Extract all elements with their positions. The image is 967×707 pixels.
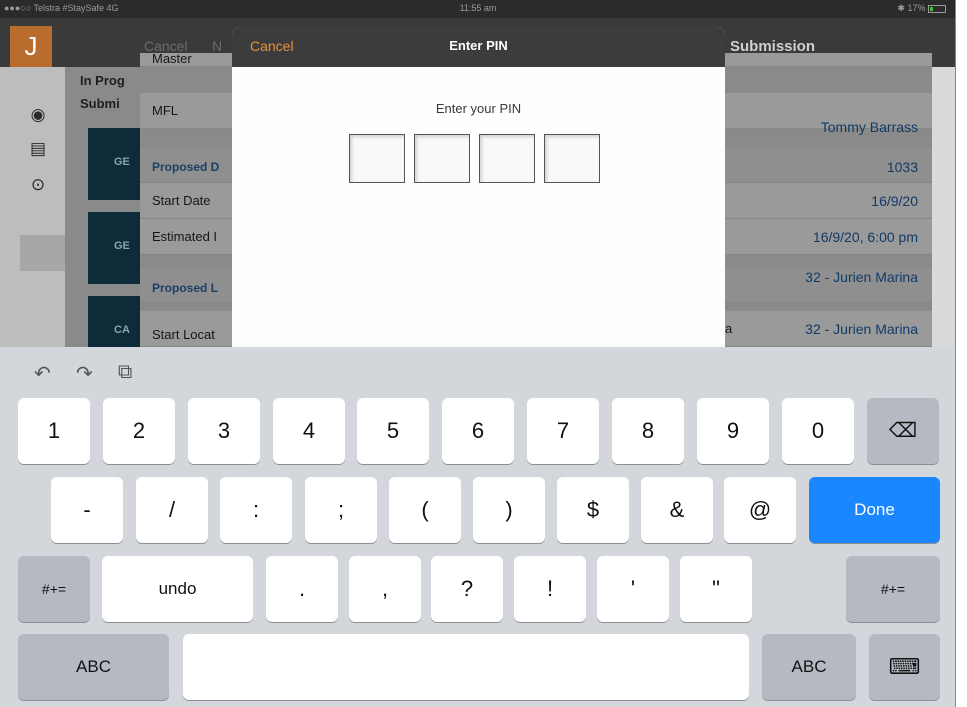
modal-title: Enter PIN bbox=[449, 38, 508, 53]
done-button[interactable]: Done bbox=[809, 477, 940, 543]
enter-pin-modal: Cancel Enter PIN Enter your PIN bbox=[232, 27, 725, 347]
abc-key-left[interactable]: ABC bbox=[18, 634, 169, 700]
key-comma[interactable]: , bbox=[349, 556, 421, 622]
key-1[interactable]: 1 bbox=[18, 398, 90, 464]
key-6[interactable]: 6 bbox=[442, 398, 514, 464]
keyboard: ↶ ↷ ⧉ 1 2 3 4 5 6 7 8 9 0 ⌫ - / : ; ( ) … bbox=[0, 347, 956, 707]
tab-submitted[interactable]: Submi bbox=[80, 96, 120, 111]
radar-icon[interactable]: ◉ bbox=[28, 105, 48, 125]
undo-icon[interactable]: ↶ bbox=[34, 361, 51, 386]
detail-label: Start Date bbox=[152, 193, 211, 208]
key-9[interactable]: 9 bbox=[697, 398, 769, 464]
key-at[interactable]: @ bbox=[724, 477, 796, 543]
pin-digit-field[interactable] bbox=[349, 134, 405, 183]
list-item[interactable]: GE bbox=[88, 212, 140, 284]
tab-in-progress[interactable]: In Prog bbox=[80, 73, 125, 88]
key-dollar[interactable]: $ bbox=[557, 477, 629, 543]
bluetooth-icon: ✱ bbox=[897, 3, 908, 13]
pin-prompt: Enter your PIN bbox=[435, 101, 522, 116]
list-item[interactable]: GE bbox=[88, 128, 140, 200]
detail-label: Master bbox=[152, 51, 192, 66]
dismiss-keyboard-key[interactable]: ⌨ bbox=[869, 634, 940, 700]
paste-icon[interactable]: ⧉ bbox=[118, 361, 132, 384]
screen: ●●●○○ Telstra #StaySafe 4G 11:55 am ✱ 17… bbox=[0, 0, 956, 707]
key-dash[interactable]: - bbox=[51, 477, 123, 543]
clock: 11:55 am bbox=[459, 3, 497, 13]
sidebar-selection bbox=[20, 235, 65, 271]
key-semicolon[interactable]: ; bbox=[305, 477, 377, 543]
backspace-icon: ⌫ bbox=[888, 420, 918, 442]
key-period[interactable]: . bbox=[266, 556, 338, 622]
pin-digit-field[interactable] bbox=[544, 134, 600, 183]
detail-value: 16/9/20 bbox=[871, 193, 918, 209]
detail-section-label: Proposed D bbox=[152, 160, 220, 174]
pin-digit-field[interactable] bbox=[479, 134, 535, 183]
background-title: N bbox=[212, 38, 223, 54]
document-icon[interactable]: ▤ bbox=[28, 139, 48, 159]
symbols-key-right[interactable]: #+= bbox=[846, 556, 940, 622]
app-logo[interactable]: J bbox=[10, 26, 52, 68]
detail-value: 32 - Jurien Marina bbox=[805, 269, 918, 285]
key-8[interactable]: 8 bbox=[612, 398, 684, 464]
pin-digit-field[interactable] bbox=[414, 134, 470, 183]
detail-fragment: a bbox=[725, 321, 733, 336]
detail-label: Start Locat bbox=[152, 327, 215, 342]
keyboard-dismiss-icon: ⌨ bbox=[888, 654, 921, 679]
abc-key-right[interactable]: ABC bbox=[762, 634, 856, 700]
key-0[interactable]: 0 bbox=[782, 398, 854, 464]
modal-header: Cancel Enter PIN bbox=[232, 27, 725, 67]
key-question[interactable]: ? bbox=[431, 556, 503, 622]
key-4[interactable]: 4 bbox=[273, 398, 345, 464]
key-open-paren[interactable]: ( bbox=[389, 477, 461, 543]
battery: ✱ 17% bbox=[897, 3, 946, 14]
status-bar: ●●●○○ Telstra #StaySafe 4G 11:55 am ✱ 17… bbox=[0, 0, 956, 18]
battery-percent: 17% bbox=[907, 3, 926, 13]
key-close-paren[interactable]: ) bbox=[473, 477, 545, 543]
redo-icon[interactable]: ↷ bbox=[76, 361, 93, 386]
key-quote[interactable]: " bbox=[680, 556, 752, 622]
detail-section-label: Proposed L bbox=[152, 281, 219, 295]
undo-key[interactable]: undo bbox=[102, 556, 253, 622]
key-slash[interactable]: / bbox=[136, 477, 208, 543]
key-3[interactable]: 3 bbox=[188, 398, 260, 464]
detail-label: MFL bbox=[152, 103, 178, 118]
space-bar[interactable] bbox=[183, 634, 749, 700]
detail-value: 1033 bbox=[886, 159, 918, 175]
lifebuoy-icon[interactable]: ⊙ bbox=[28, 175, 48, 195]
detail-value: Tommy Barrass bbox=[820, 119, 918, 135]
backspace-key[interactable]: ⌫ bbox=[867, 398, 939, 464]
key-ampersand[interactable]: & bbox=[641, 477, 713, 543]
sidebar: ◉ ▤ ⊙ bbox=[0, 67, 65, 347]
detail-value: 32 - Jurien Marina bbox=[805, 321, 918, 337]
key-2[interactable]: 2 bbox=[103, 398, 175, 464]
key-exclamation[interactable]: ! bbox=[514, 556, 586, 622]
frame-border bbox=[955, 0, 967, 707]
key-apostrophe[interactable]: ' bbox=[597, 556, 669, 622]
key-7[interactable]: 7 bbox=[527, 398, 599, 464]
detail-value: 16/9/20, 6:00 pm bbox=[812, 229, 918, 245]
battery-icon bbox=[928, 4, 946, 13]
key-colon[interactable]: : bbox=[220, 477, 292, 543]
key-5[interactable]: 5 bbox=[357, 398, 429, 464]
symbols-key-left[interactable]: #+= bbox=[18, 556, 90, 622]
detail-label: Estimated I bbox=[152, 229, 218, 244]
